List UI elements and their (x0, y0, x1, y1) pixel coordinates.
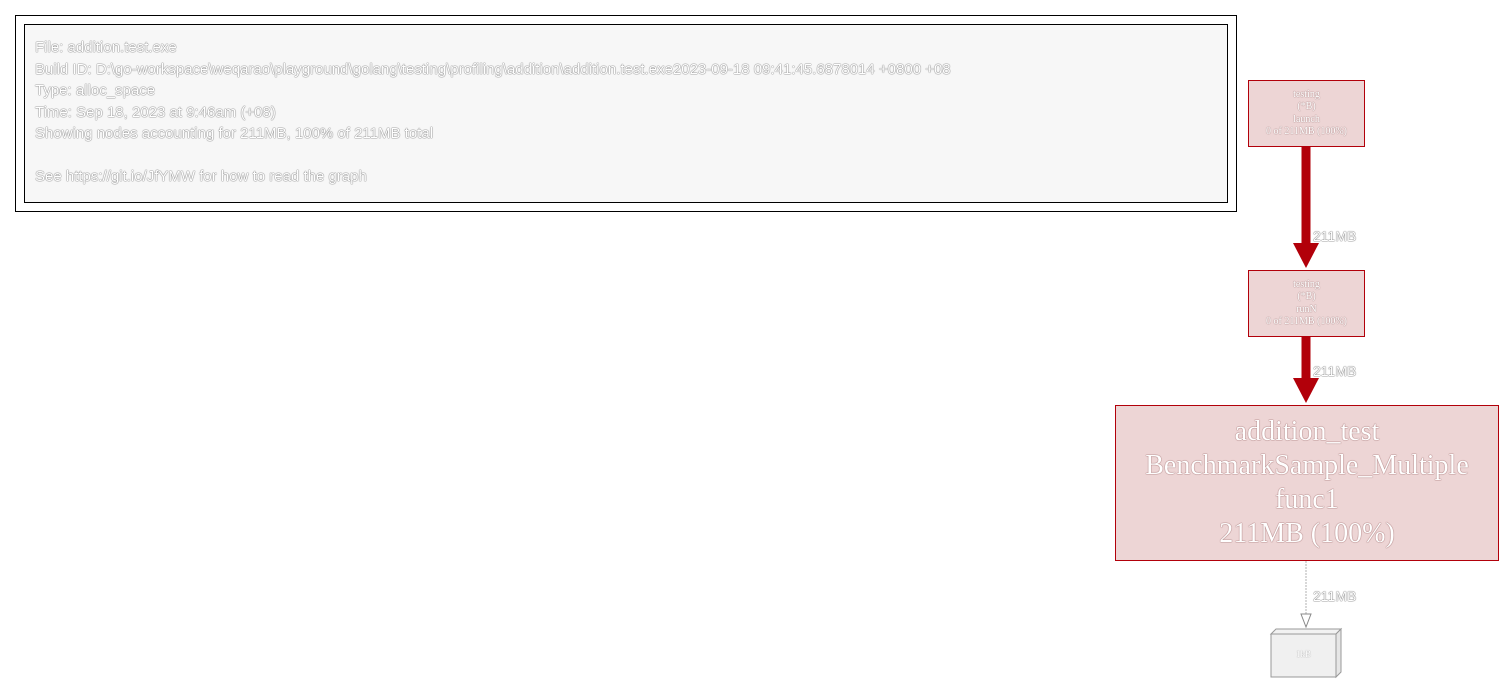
node-testing-launch[interactable]: testing (*B) launch 0 of 211MB (100%) (1248, 80, 1365, 147)
legend-build-id: Build ID: D:\go-workspace\weqarao\playgr… (35, 60, 951, 78)
alloc-box-label: 1kB (1295, 649, 1311, 659)
edge-func1-alloc (1300, 561, 1312, 629)
node-launch-line-2: (*B) (1297, 101, 1316, 112)
node-testing-runN[interactable]: testing (*B) runN 0 of 211MB (100%) (1248, 270, 1365, 337)
node-runN-line-2: (*B) (1297, 291, 1316, 302)
node-func1-line-4: 211MB (100%) (1219, 518, 1395, 549)
node-launch-line-4: 0 of 211MB (100%) (1265, 126, 1347, 137)
node-runN-line-3: runN (1296, 303, 1317, 315)
legend-time: Time: Sep 18, 2023 at 9:46am (+08) (35, 103, 276, 121)
node-func1-line-2: BenchmarkSample_Multiple (1145, 450, 1469, 481)
node-func1-line-1: addition_test (1234, 416, 1380, 447)
edge-launch-runN (1293, 147, 1319, 268)
node-launch-line-1: testing (1293, 88, 1320, 100)
node-runN-line-4: 0 of 211MB (100%) (1265, 316, 1347, 327)
node-func1-line-3: func1 (1275, 484, 1339, 515)
legend-inner-box: File: addition.test.exe Build ID: D:\go-… (24, 24, 1228, 203)
legend-see-link: See https://git.io/JfYMW for how to read… (35, 168, 367, 185)
legend-showing: Showing nodes accounting for 211MB, 100%… (35, 125, 434, 142)
node-runN-line-1: testing (1293, 278, 1320, 290)
legend-type: Type: alloc_space (35, 82, 156, 99)
legend-file: File: addition.test.exe (35, 39, 177, 56)
node-benchmark-func1[interactable]: addition_test BenchmarkSample_Multiple f… (1115, 405, 1499, 561)
edge-label-launch-runN: 211MB (1313, 228, 1357, 244)
legend-blank (35, 145, 1227, 167)
legend-box: File: addition.test.exe Build ID: D:\go-… (15, 15, 1237, 212)
edge-label-func1-alloc: 211MB (1313, 588, 1357, 604)
edge-label-runN-func1: 211MB (1313, 363, 1357, 379)
node-launch-line-3: launch (1293, 113, 1320, 125)
